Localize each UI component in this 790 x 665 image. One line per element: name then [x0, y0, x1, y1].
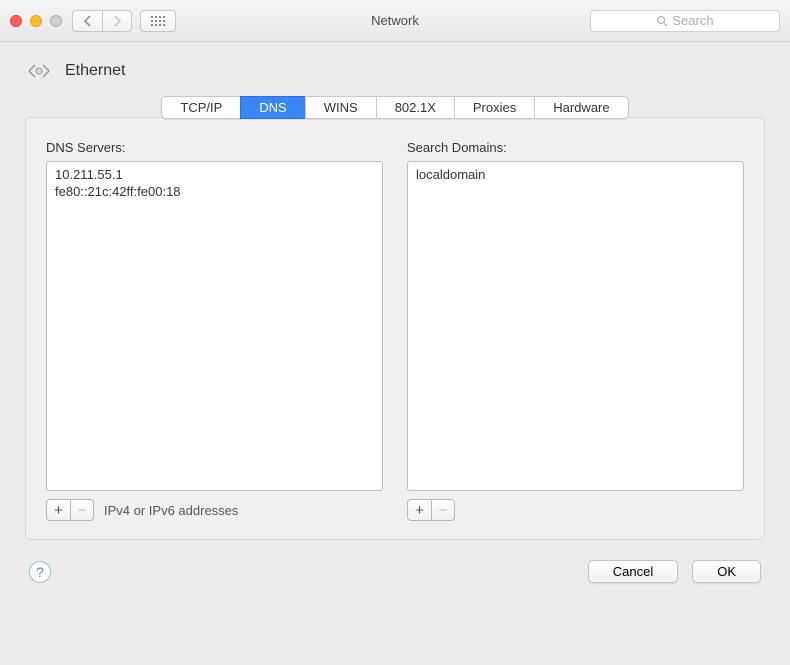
titlebar: Network Search — [0, 0, 790, 42]
remove-domain-button: − — [431, 499, 455, 521]
domains-add-remove-group: + − — [407, 499, 455, 521]
back-button[interactable] — [72, 10, 102, 32]
minimize-window-button[interactable] — [30, 15, 42, 27]
content-area: Ethernet TCP/IPDNSWINS802.1XProxiesHardw… — [0, 42, 790, 603]
tab-8021x[interactable]: 802.1X — [376, 96, 454, 119]
list-item[interactable]: fe80::21c:42ff:fe00:18 — [55, 183, 374, 200]
grid-icon — [151, 16, 165, 26]
search-domains-label: Search Domains: — [407, 140, 744, 155]
list-item[interactable]: localdomain — [416, 166, 735, 183]
ok-button[interactable]: OK — [692, 560, 761, 583]
list-item[interactable]: 10.211.55.1 — [55, 166, 374, 183]
dns-add-remove-group: + − — [46, 499, 94, 521]
settings-panel: DNS Servers: 10.211.55.1fe80::21c:42ff:f… — [25, 117, 765, 540]
forward-button[interactable] — [102, 10, 132, 32]
window-title: Network — [371, 13, 419, 28]
show-all-button[interactable] — [140, 10, 176, 32]
interface-label: Ethernet — [65, 62, 125, 80]
dns-servers-column: DNS Servers: 10.211.55.1fe80::21c:42ff:f… — [46, 140, 383, 521]
traffic-lights — [10, 15, 62, 27]
search-input[interactable]: Search — [590, 10, 780, 32]
tab-dns[interactable]: DNS — [240, 96, 304, 119]
remove-dns-button: − — [70, 499, 94, 521]
search-placeholder: Search — [672, 13, 713, 28]
help-button[interactable]: ? — [29, 561, 51, 583]
footer: ? Cancel OK — [25, 560, 765, 583]
cancel-button[interactable]: Cancel — [588, 560, 678, 583]
dns-hint: IPv4 or IPv6 addresses — [104, 503, 238, 518]
zoom-window-button — [50, 15, 62, 27]
tab-hardware[interactable]: Hardware — [534, 96, 628, 119]
tab-proxies[interactable]: Proxies — [454, 96, 534, 119]
nav-group — [72, 10, 132, 32]
search-icon — [656, 15, 668, 27]
add-domain-button[interactable]: + — [407, 499, 431, 521]
dns-servers-label: DNS Servers: — [46, 140, 383, 155]
tab-row: TCP/IPDNSWINS802.1XProxiesHardware — [25, 96, 765, 119]
dns-servers-listbox[interactable]: 10.211.55.1fe80::21c:42ff:fe00:18 — [46, 161, 383, 491]
ethernet-icon — [25, 60, 53, 82]
search-domains-column: Search Domains: localdomain + − — [407, 140, 744, 521]
tabs: TCP/IPDNSWINS802.1XProxiesHardware — [161, 96, 628, 119]
interface-header: Ethernet — [25, 60, 765, 82]
search-domains-listbox[interactable]: localdomain — [407, 161, 744, 491]
add-dns-button[interactable]: + — [46, 499, 70, 521]
close-window-button[interactable] — [10, 15, 22, 27]
tab-wins[interactable]: WINS — [305, 96, 376, 119]
tab-tcpip[interactable]: TCP/IP — [161, 96, 240, 119]
